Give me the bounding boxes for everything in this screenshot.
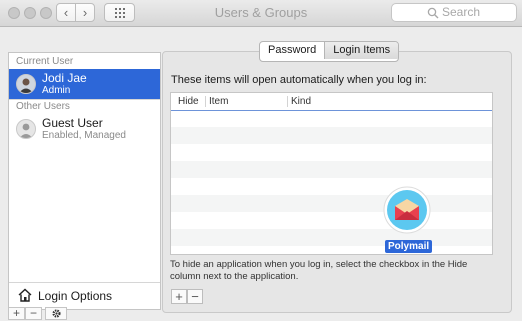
table-row[interactable] [171,229,492,246]
tab-password[interactable]: Password [260,42,324,59]
polymail-envelope-icon [383,186,431,234]
divider [9,99,160,100]
table-row[interactable] [171,127,492,144]
divider [9,282,160,283]
other-users-header: Other Users [16,101,70,112]
plus-icon: + [175,289,183,304]
polymail-drag-item[interactable] [383,186,431,234]
current-user-role: Admin [42,85,71,96]
column-divider [287,96,288,107]
tab-bar: Password Login Items [259,41,400,62]
login-items-table[interactable]: Hide Item Kind [170,92,493,255]
table-header: Hide Item Kind [171,93,492,111]
column-header-item[interactable]: Item [209,93,228,110]
login-items-intro: These items will open automatically when… [171,74,427,86]
sidebar-item-current-user[interactable]: Jodi Jae Admin [9,69,160,99]
table-row[interactable] [171,161,492,178]
house-icon [18,288,32,302]
guest-user-status: Enabled, Managed [42,130,126,141]
help-text: To hide an application when you log in, … [170,259,468,282]
person-silhouette-icon [19,123,33,138]
gear-icon [51,309,61,318]
sidebar-item-guest-user[interactable]: Guest User Enabled, Managed [9,113,160,143]
column-header-kind[interactable]: Kind [291,93,311,110]
current-user-header: Current User [16,56,74,67]
action-menu-button[interactable] [45,307,67,320]
guest-user-name: Guest User [42,116,103,130]
users-list: Current User Jodi Jae Admin Other Users … [8,52,161,310]
login-options-label: Login Options [38,289,113,303]
search-icon [427,7,439,19]
remove-user-button[interactable]: − [25,307,42,320]
user-avatar [16,74,36,94]
column-header-hide[interactable]: Hide [178,93,199,110]
current-user-name: Jodi Jae [42,71,87,85]
search-placeholder: Search [442,5,481,19]
search-field[interactable]: Search [391,3,517,22]
plus-icon: + [12,306,20,320]
minus-icon: − [29,306,37,320]
add-login-item-button[interactable]: + [171,289,187,304]
polymail-label: Polymail [385,240,433,253]
guest-avatar [16,119,36,139]
login-options-item[interactable]: Login Options [9,284,160,308]
minus-icon: − [191,289,199,304]
column-divider [205,96,206,107]
remove-login-item-button[interactable]: − [187,289,203,304]
tab-login-items[interactable]: Login Items [324,42,399,59]
add-user-button[interactable]: + [8,307,25,320]
user-photo-icon [19,78,33,93]
table-row[interactable] [171,195,492,212]
